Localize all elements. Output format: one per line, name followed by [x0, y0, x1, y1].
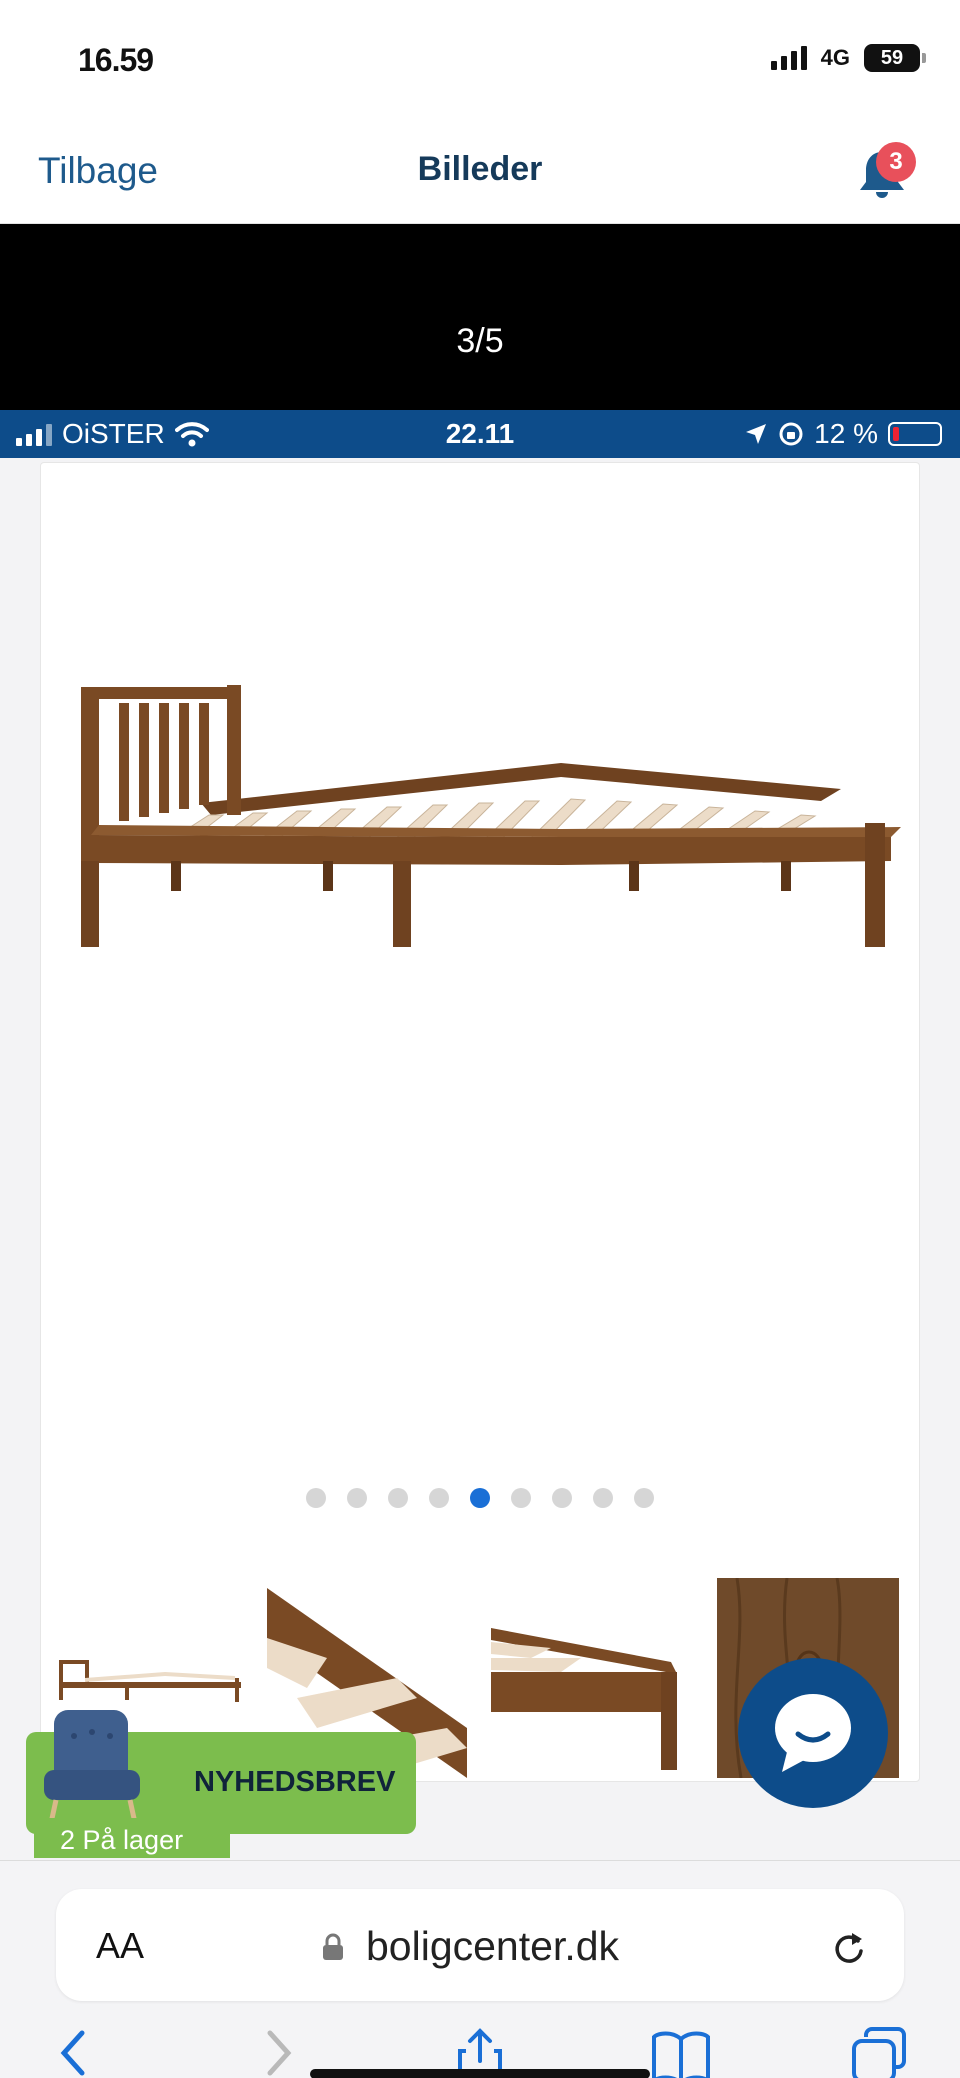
inner-status-bar: OiSTER 22.11 12 % — [0, 410, 960, 458]
image-viewer-header: 3/5 — [0, 224, 960, 410]
forward-arrow-icon[interactable] — [262, 2027, 296, 2078]
tabs-icon[interactable] — [850, 2027, 908, 2078]
address-bar[interactable]: AA boligcenter.dk — [56, 1889, 904, 2001]
gallery-dots — [41, 1488, 919, 1508]
url-text[interactable]: boligcenter.dk — [366, 1923, 619, 1970]
inner-battery-level: 12 % — [814, 418, 878, 449]
stock-label: 2 På lager — [34, 1818, 230, 1858]
image-counter: 3/5 — [456, 322, 504, 360]
chat-button[interactable] — [738, 1658, 888, 1808]
bed-frame-illustration — [81, 685, 901, 947]
status-bar: 16.59 4G 59 — [0, 0, 960, 120]
thumbnail-3[interactable] — [491, 1578, 691, 1778]
status-icons: 4G 59 — [770, 44, 926, 72]
app-header: Tilbage Billeder 3 — [0, 120, 960, 224]
newsletter-label: NYHEDSBREV — [194, 1766, 396, 1798]
main-product-image[interactable] — [41, 463, 921, 1463]
product-image-card — [40, 462, 920, 1782]
gallery-dot[interactable] — [306, 1488, 326, 1508]
location-arrow-icon — [746, 424, 767, 444]
gallery-dot[interactable] — [593, 1488, 613, 1508]
browser-toolbar: AA boligcenter.dk — [0, 1860, 960, 2078]
signal-icon — [770, 46, 807, 70]
lock-icon — [323, 1933, 343, 1960]
battery-icon: 59 — [864, 44, 926, 72]
gallery-dot[interactable] — [511, 1488, 531, 1508]
bed-corner-thumb — [491, 1578, 691, 1778]
reload-icon[interactable] — [828, 1927, 868, 1967]
notification-badge: 3 — [876, 142, 916, 182]
notifications-button[interactable]: 3 — [850, 142, 916, 206]
back-arrow-icon[interactable] — [56, 2027, 90, 2078]
reader-settings-button[interactable]: AA — [96, 1925, 144, 1967]
inner-status-right: 12 % — [744, 418, 942, 450]
chat-icon — [775, 1694, 851, 1772]
page-title: Billeder — [417, 150, 543, 188]
inner-battery-icon — [888, 422, 942, 446]
viewed-screenshot: OiSTER 22.11 12 % NYHEDSBREV 2 På lager … — [0, 410, 960, 2078]
home-indicator — [310, 2069, 650, 2078]
battery-level: 59 — [880, 46, 904, 69]
gallery-dot[interactable] — [388, 1488, 408, 1508]
gallery-dot[interactable] — [429, 1488, 449, 1508]
status-time: 16.59 — [78, 42, 154, 78]
gallery-dot[interactable] — [347, 1488, 367, 1508]
network-label: 4G — [820, 45, 850, 70]
gallery-dot[interactable] — [634, 1488, 654, 1508]
rotation-lock-icon — [779, 422, 803, 446]
gallery-dot[interactable] — [552, 1488, 572, 1508]
gallery-dot[interactable] — [470, 1488, 490, 1508]
bookmarks-icon[interactable] — [650, 2027, 712, 2078]
